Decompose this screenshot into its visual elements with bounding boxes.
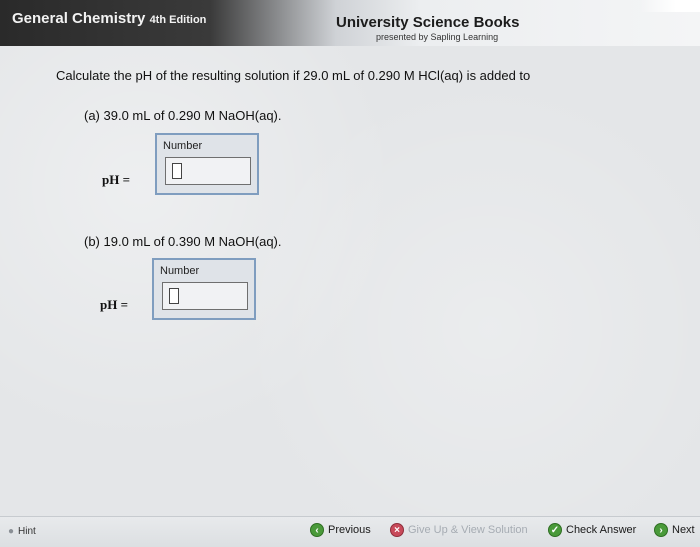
publisher-tagline: presented by Sapling Learning xyxy=(376,32,499,42)
part-b-ph-label: pH = xyxy=(100,297,128,312)
hint-button[interactable]: ● Hint xyxy=(8,526,36,537)
arrow-right-icon: › xyxy=(654,523,668,537)
part-a-ph-label: pH = xyxy=(102,172,130,187)
part-a-ph-input[interactable] xyxy=(165,157,251,185)
question-prompt: Calculate the pH of the resulting soluti… xyxy=(56,68,531,83)
check-answer-button[interactable]: ✓ Check Answer xyxy=(548,523,636,537)
text-cursor-icon xyxy=(169,288,179,304)
lightbulb-icon: ● xyxy=(8,526,15,537)
publisher-name: University Science Books xyxy=(336,14,520,31)
close-icon: × xyxy=(390,523,404,537)
part-b-ph-input[interactable] xyxy=(162,282,248,310)
next-button[interactable]: › Next xyxy=(654,523,695,537)
previous-button[interactable]: ‹ Previous xyxy=(310,523,371,537)
part-b-answer-box: Number xyxy=(152,258,256,320)
header-glare xyxy=(640,0,700,12)
arrow-left-icon: ‹ xyxy=(310,523,324,537)
part-a-number-label: Number xyxy=(163,140,203,152)
text-cursor-icon xyxy=(172,163,182,179)
part-a-label: (a) 39.0 mL of 0.290 M NaOH(aq). xyxy=(84,108,282,123)
app-header: General Chemistry 4th Edition University… xyxy=(0,0,700,46)
part-b-label: (b) 19.0 mL of 0.390 M NaOH(aq). xyxy=(84,234,282,249)
book-title: General Chemistry 4th Edition xyxy=(12,10,207,27)
question-panel: Calculate the pH of the resulting soluti… xyxy=(0,46,700,516)
part-a-answer-box: Number xyxy=(155,133,259,195)
part-b-number-label: Number xyxy=(160,265,200,277)
give-up-button[interactable]: × Give Up & View Solution xyxy=(390,523,528,537)
checkmark-icon: ✓ xyxy=(548,523,562,537)
footer-toolbar: ● Hint ‹ Previous × Give Up & View Solut… xyxy=(0,516,700,547)
edition-label: 4th Edition xyxy=(149,14,207,26)
